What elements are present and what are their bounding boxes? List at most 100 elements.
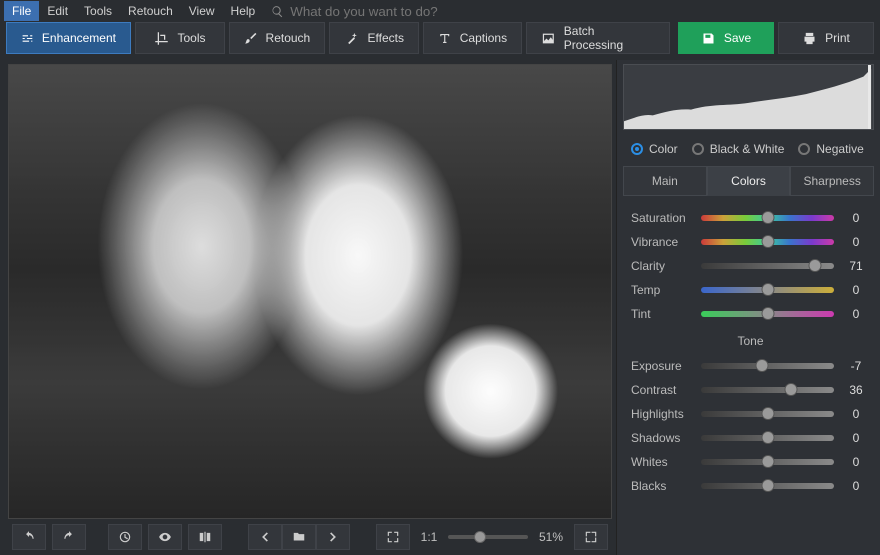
- slider-label: Blacks: [631, 479, 693, 493]
- slider-exposure: Exposure -7: [631, 354, 870, 378]
- save-button[interactable]: Save: [678, 22, 774, 54]
- slider-thumb[interactable]: [761, 211, 774, 224]
- tab-batch[interactable]: Batch Processing: [526, 22, 670, 54]
- zoom-slider[interactable]: [448, 535, 528, 539]
- tab-enhancement[interactable]: Enhancement: [6, 22, 131, 54]
- slider-thumb[interactable]: [761, 407, 774, 420]
- compare-button[interactable]: [188, 524, 222, 550]
- sliders-scroll[interactable]: Saturation0Vibrance0Clarity71Temp0Tint0 …: [617, 196, 880, 555]
- mode-negative[interactable]: Negative: [798, 142, 863, 156]
- tab-retouch[interactable]: Retouch: [229, 22, 325, 54]
- slider-thumb[interactable]: [761, 431, 774, 444]
- slider-vibrance: Vibrance0: [631, 230, 870, 254]
- slider-track[interactable]: [701, 311, 834, 317]
- history-button[interactable]: [108, 524, 142, 550]
- slider-value: -7: [842, 359, 870, 373]
- fullscreen-icon: [584, 530, 598, 544]
- mode-color[interactable]: Color: [631, 142, 678, 156]
- slider-thumb[interactable]: [761, 283, 774, 296]
- history-icon: [118, 530, 132, 544]
- preview-toggle[interactable]: [148, 524, 182, 550]
- crop-icon: [154, 31, 169, 46]
- image-canvas[interactable]: [8, 64, 612, 519]
- slider-whites: Whites0: [631, 450, 870, 474]
- color-mode-row: Color Black & White Negative: [617, 134, 880, 166]
- wand-icon: [345, 31, 360, 46]
- slider-thumb[interactable]: [756, 359, 769, 372]
- menu-view[interactable]: View: [181, 1, 223, 21]
- prev-image-button[interactable]: [248, 524, 282, 550]
- slider-label: Clarity: [631, 259, 693, 273]
- slider-track[interactable]: [701, 363, 834, 369]
- slider-label: Exposure: [631, 359, 693, 373]
- print-button[interactable]: Print: [778, 22, 874, 54]
- slider-track[interactable]: [701, 387, 834, 393]
- chevron-right-icon: [326, 530, 340, 544]
- undo-button[interactable]: [12, 524, 46, 550]
- proptab-sharpness[interactable]: Sharpness: [790, 166, 874, 196]
- histogram-curve: [624, 65, 873, 129]
- slider-thumb[interactable]: [761, 307, 774, 320]
- search-icon: [271, 5, 284, 18]
- slider-track[interactable]: [701, 287, 834, 293]
- slider-thumb[interactable]: [785, 383, 798, 396]
- slider-thumb[interactable]: [809, 259, 822, 272]
- tab-captions[interactable]: Captions: [423, 22, 522, 54]
- slider-label: Tint: [631, 307, 693, 321]
- tab-label: Batch Processing: [564, 24, 655, 52]
- slider-thumb[interactable]: [761, 235, 774, 248]
- menu-retouch[interactable]: Retouch: [120, 1, 181, 21]
- slider-value: 71: [842, 259, 870, 273]
- slider-value: 0: [842, 307, 870, 321]
- search-input[interactable]: [290, 4, 490, 19]
- slider-track[interactable]: [701, 411, 834, 417]
- slider-track[interactable]: [701, 459, 834, 465]
- menu-help[interactable]: Help: [223, 1, 264, 21]
- slider-contrast: Contrast36: [631, 378, 870, 402]
- slider-track[interactable]: [701, 263, 834, 269]
- next-image-button[interactable]: [316, 524, 350, 550]
- radio-icon: [798, 143, 810, 155]
- fit-screen-button[interactable]: [376, 524, 410, 550]
- tab-effects[interactable]: Effects: [329, 22, 419, 54]
- slider-value: 0: [842, 455, 870, 469]
- property-tabs: Main Colors Sharpness: [623, 166, 874, 196]
- slider-track[interactable]: [701, 435, 834, 441]
- mode-bw[interactable]: Black & White: [692, 142, 785, 156]
- slider-value: 0: [842, 407, 870, 421]
- proptab-main[interactable]: Main: [623, 166, 707, 196]
- proptab-colors[interactable]: Colors: [707, 166, 791, 196]
- eye-icon: [158, 530, 172, 544]
- menu-file[interactable]: File: [4, 1, 39, 21]
- tab-tools[interactable]: Tools: [135, 22, 225, 54]
- slider-value: 0: [842, 283, 870, 297]
- slider-value: 0: [842, 211, 870, 225]
- redo-icon: [62, 530, 76, 544]
- slider-highlights: Highlights 0: [631, 402, 870, 426]
- slider-label: Contrast: [631, 383, 693, 397]
- undo-icon: [22, 530, 36, 544]
- slider-track[interactable]: [701, 215, 834, 221]
- print-label: Print: [825, 31, 850, 45]
- redo-button[interactable]: [52, 524, 86, 550]
- slider-label: Highlights: [631, 407, 693, 421]
- radio-icon: [692, 143, 704, 155]
- slider-thumb[interactable]: [761, 479, 774, 492]
- slider-value: 0: [842, 431, 870, 445]
- browse-button[interactable]: [282, 524, 316, 550]
- histogram: [623, 64, 874, 130]
- slider-label: Saturation: [631, 211, 693, 225]
- slider-thumb[interactable]: [761, 455, 774, 468]
- menu-tools[interactable]: Tools: [76, 1, 120, 21]
- slider-track[interactable]: [701, 483, 834, 489]
- tab-label: Enhancement: [42, 31, 116, 45]
- slider-track[interactable]: [701, 239, 834, 245]
- one-to-one-label[interactable]: 1:1: [416, 530, 442, 544]
- chevron-left-icon: [258, 530, 272, 544]
- menu-edit[interactable]: Edit: [39, 1, 76, 21]
- fullscreen-button[interactable]: [574, 524, 608, 550]
- slider-saturation: Saturation 0: [631, 206, 870, 230]
- adjust-panel: Color Black & White Negative Main Colors…: [616, 60, 880, 555]
- menubar: File Edit Tools Retouch View Help: [0, 0, 880, 22]
- save-label: Save: [724, 31, 751, 45]
